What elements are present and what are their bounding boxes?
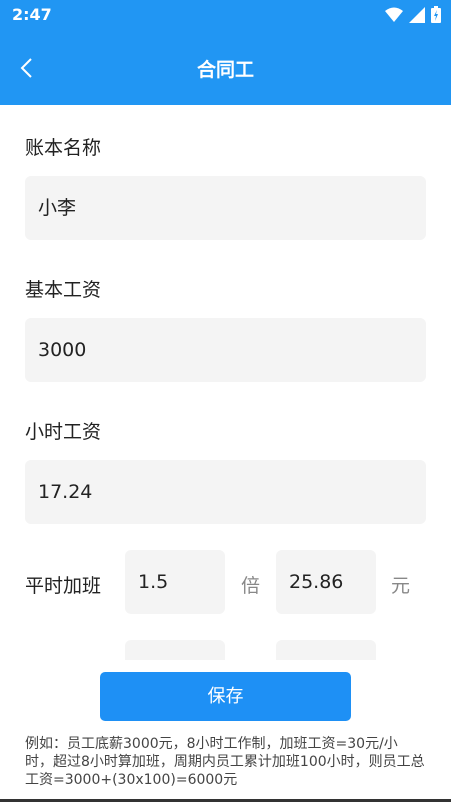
signal-icon — [409, 6, 425, 23]
example-note: 例如：员工底薪3000元，8小时工作制，加班工资=30元/小时，超过8小时算加班… — [25, 736, 425, 788]
status-icons — [385, 6, 441, 23]
status-time: 2:47 — [12, 5, 52, 24]
battery-icon — [431, 6, 441, 23]
wifi-icon — [385, 7, 403, 22]
page-title: 合同工 — [196, 59, 254, 81]
row-partial-field[interactable] — [125, 640, 225, 660]
hourly-wage-label: 小时工资 — [25, 421, 102, 443]
row-partial-field[interactable] — [276, 640, 376, 660]
overtime-amount-field[interactable]: 25.86 — [276, 550, 376, 614]
save-button[interactable]: 保存 — [100, 672, 351, 721]
hourly-wage-field[interactable]: 17.24 — [25, 460, 426, 524]
status-bar: 2:47 — [0, 0, 451, 30]
overtime-multiplier-field[interactable]: 1.5 — [125, 550, 225, 614]
title-bar: 合同工 — [0, 30, 451, 105]
base-salary-field[interactable]: 3000 — [25, 318, 426, 382]
amount-unit: 元 — [391, 575, 411, 597]
account-name-field[interactable]: 小李 — [25, 176, 426, 240]
account-name-label: 账本名称 — [25, 137, 102, 159]
form-content[interactable]: 账本名称 小李 基本工资 3000 小时工资 17.24 平时加班 1.5 倍 … — [0, 105, 451, 660]
multiplier-unit: 倍 — [241, 575, 261, 597]
base-salary-label: 基本工资 — [25, 279, 102, 301]
overtime-label: 平时加班 — [25, 575, 102, 597]
